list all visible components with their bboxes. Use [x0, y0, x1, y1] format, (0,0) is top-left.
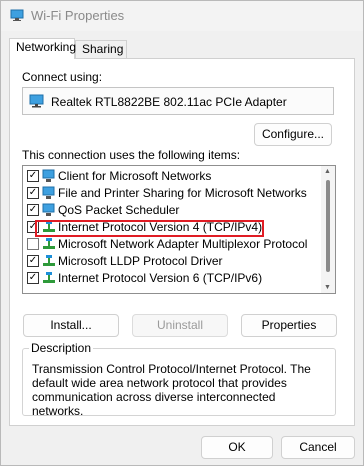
items-section-label: This connection uses the following items…: [22, 148, 241, 162]
network-adapter-icon: [29, 94, 44, 108]
ok-button[interactable]: OK: [201, 436, 273, 459]
list-item[interactable]: ✓ File and Printer Sharing for Microsoft…: [23, 185, 321, 202]
list-item-label: Microsoft Network Adapter Multiplexor Pr…: [58, 237, 308, 251]
scroll-thumb[interactable]: [326, 180, 330, 272]
components-list[interactable]: ✓ Client for Microsoft Networks ✓ File a…: [22, 165, 336, 294]
checkbox[interactable]: ✓: [27, 170, 39, 182]
description-title: Description: [29, 341, 94, 355]
qos-scheduler-icon: [42, 203, 55, 216]
list-item-label: Internet Protocol Version 6 (TCP/IPv6): [58, 271, 263, 285]
list-item-label: QoS Packet Scheduler: [58, 203, 180, 217]
tab-networking[interactable]: Networking: [9, 38, 76, 59]
configure-button[interactable]: Configure...: [254, 123, 332, 146]
title-bar[interactable]: Wi-Fi Properties: [1, 1, 363, 31]
checkbox[interactable]: ✓: [27, 272, 39, 284]
tab-sharing[interactable]: Sharing: [75, 40, 127, 58]
checkbox[interactable]: ✓: [27, 255, 39, 267]
list-item-label: Microsoft LLDP Protocol Driver: [58, 254, 223, 268]
scroll-down-arrow-icon[interactable]: ▼: [324, 284, 331, 291]
window-title: Wi-Fi Properties: [31, 8, 125, 23]
install-button[interactable]: Install...: [23, 314, 119, 337]
cancel-button[interactable]: Cancel: [281, 436, 355, 459]
checkbox[interactable]: ✓: [27, 187, 39, 199]
file-printer-sharing-icon: [42, 186, 55, 199]
protocol-icon: [43, 238, 55, 249]
adapter-field: Realtek RTL8822BE 802.11ac PCIe Adapter: [22, 87, 334, 115]
connect-using-label: Connect using:: [22, 70, 103, 84]
list-scrollbar[interactable]: ▲ ▼: [321, 166, 335, 293]
list-item-label: File and Printer Sharing for Microsoft N…: [58, 186, 307, 200]
list-item[interactable]: ✓ Microsoft LLDP Protocol Driver: [23, 253, 321, 270]
highlight-box: [35, 220, 264, 237]
protocol-icon: [43, 272, 55, 283]
protocol-icon: [43, 255, 55, 266]
uninstall-button[interactable]: Uninstall: [132, 314, 228, 337]
list-item[interactable]: ✓ Internet Protocol Version 4 (TCP/IPv4): [23, 219, 321, 237]
network-adapter-icon: [10, 9, 24, 21]
list-item-label: Client for Microsoft Networks: [58, 169, 212, 183]
adapter-name: Realtek RTL8822BE 802.11ac PCIe Adapter: [51, 95, 287, 109]
checkbox[interactable]: [27, 238, 39, 250]
scroll-up-arrow-icon[interactable]: ▲: [324, 168, 331, 175]
list-item[interactable]: ✓ Internet Protocol Version 6 (TCP/IPv6): [23, 270, 321, 287]
description-text: Transmission Control Protocol/Internet P…: [32, 362, 311, 418]
list-item[interactable]: ✓ QoS Packet Scheduler: [23, 202, 321, 219]
client-network-icon: [42, 169, 55, 182]
networking-panel: Connect using: Realtek RTL8822BE 802.11a…: [9, 58, 355, 426]
wifi-properties-window: Wi-Fi Properties Networking Sharing Conn…: [0, 0, 364, 466]
list-item[interactable]: Microsoft Network Adapter Multiplexor Pr…: [23, 236, 321, 253]
description-group: Description Transmission Control Protoco…: [22, 341, 336, 418]
properties-button[interactable]: Properties: [241, 314, 337, 337]
list-item[interactable]: ✓ Client for Microsoft Networks: [23, 168, 321, 185]
checkbox[interactable]: ✓: [27, 204, 39, 216]
